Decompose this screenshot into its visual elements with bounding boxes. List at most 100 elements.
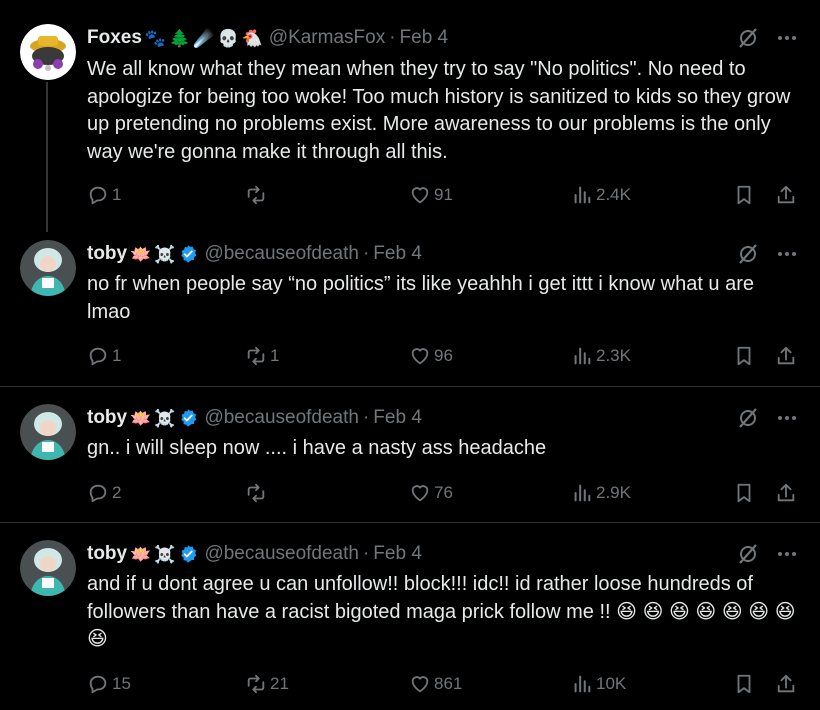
bookmark-icon xyxy=(737,185,751,205)
avatar[interactable] xyxy=(20,540,76,596)
reply-icon xyxy=(89,484,107,503)
name-emoji: ☠️ xyxy=(154,408,176,428)
reply-count: 2 xyxy=(112,483,122,502)
name-emoji: ☠️ xyxy=(154,544,176,564)
views-icon xyxy=(574,675,591,693)
share-icon xyxy=(777,346,795,365)
views-count: 2.3K xyxy=(596,346,631,365)
more-icon[interactable] xyxy=(776,542,798,566)
display-name[interactable]: Foxes xyxy=(87,27,142,49)
name-emoji: 🐾 xyxy=(144,28,167,48)
name-emoji: 🪷 xyxy=(130,244,152,264)
share-button[interactable] xyxy=(775,480,797,506)
bookmark-button[interactable] xyxy=(733,480,755,506)
like-icon xyxy=(411,485,429,502)
reply-icon xyxy=(89,675,107,694)
tweet-header: toby 🪷 ☠️ @becauseofdeath · Feb 4 xyxy=(87,406,422,430)
repost-count: 21 xyxy=(270,674,289,693)
more-icon[interactable] xyxy=(776,406,798,430)
bookmark-button[interactable] xyxy=(733,182,755,208)
repost-icon xyxy=(247,674,265,694)
tweet-date[interactable]: Feb 4 xyxy=(373,543,422,565)
like-button[interactable]: 76 xyxy=(409,480,453,506)
avatar[interactable] xyxy=(20,240,76,296)
views-count: 2.9K xyxy=(596,483,631,502)
like-button[interactable]: 91 xyxy=(409,182,453,208)
views-button[interactable]: 10K xyxy=(571,671,626,697)
reply-button[interactable]: 15 xyxy=(87,671,131,697)
share-icon xyxy=(777,674,795,693)
display-name[interactable]: toby xyxy=(87,243,127,265)
more-icon[interactable] xyxy=(776,26,798,50)
bookmark-icon xyxy=(737,483,751,503)
laughing-emoji: 😆 xyxy=(774,600,796,623)
tweet-header: Foxes 🐾 🌲 ☄️ 💀 🐔 @KarmasFox · Feb 4 xyxy=(87,26,448,50)
repost-icon xyxy=(247,483,265,503)
repost-icon xyxy=(247,346,265,366)
like-count: 861 xyxy=(434,674,463,693)
action-bar: 1 1 96 2.3K xyxy=(87,343,802,369)
like-count: 96 xyxy=(434,346,453,365)
thread-line xyxy=(46,82,48,232)
share-button[interactable] xyxy=(775,182,797,208)
views-count: 10K xyxy=(596,674,627,693)
repost-button[interactable] xyxy=(245,480,270,506)
bookmark-button[interactable] xyxy=(733,343,755,369)
separator-dot: · xyxy=(362,243,370,264)
laughing-emoji: 😆 xyxy=(748,600,770,623)
like-button[interactable]: 96 xyxy=(409,343,453,369)
user-handle[interactable]: @becauseofdeath xyxy=(204,243,359,265)
share-button[interactable] xyxy=(775,343,797,369)
laughing-emoji: 😆 xyxy=(616,600,638,623)
name-emoji: ☄️ xyxy=(193,28,215,48)
views-button[interactable]: 2.3K xyxy=(571,343,631,369)
share-button[interactable] xyxy=(775,671,797,697)
avatar[interactable] xyxy=(20,404,76,460)
avatar[interactable] xyxy=(20,24,76,80)
repost-count: 1 xyxy=(270,346,280,365)
more-icon[interactable] xyxy=(776,242,798,266)
reply-count: 15 xyxy=(112,674,131,693)
laughing-emoji: 😆 xyxy=(669,600,690,623)
verified-icon xyxy=(181,245,197,263)
laughing-emoji: 😆 xyxy=(695,600,717,623)
repost-button[interactable]: 21 xyxy=(245,671,289,697)
reply-button[interactable]: 1 xyxy=(87,343,121,369)
bookmark-button[interactable] xyxy=(733,671,755,697)
display-name[interactable]: toby xyxy=(87,407,127,429)
name-emoji: 🪷 xyxy=(130,408,152,428)
laughing-emoji: 😆 xyxy=(642,600,664,623)
display-name[interactable]: toby xyxy=(87,543,127,565)
reply-button[interactable]: 1 xyxy=(87,182,121,208)
tweet-date[interactable]: Feb 4 xyxy=(373,407,422,429)
verified-icon xyxy=(181,409,197,427)
user-handle[interactable]: @becauseofdeath xyxy=(204,543,359,565)
reply-count: 1 xyxy=(112,185,122,204)
tweet-date[interactable]: Feb 4 xyxy=(373,243,422,265)
user-handle[interactable]: @KarmasFox xyxy=(269,27,385,49)
laughing-emoji: 😆 xyxy=(721,600,743,623)
tweet-text-container: and if u dont agree u can unfollow!! blo… xyxy=(87,571,799,654)
views-button[interactable]: 2.4K xyxy=(571,182,631,208)
like-icon xyxy=(411,348,429,365)
repost-icon xyxy=(247,185,265,205)
grok-icon[interactable] xyxy=(736,542,760,566)
tweet-date[interactable]: Feb 4 xyxy=(400,27,449,49)
grok-icon[interactable] xyxy=(736,26,760,50)
like-icon xyxy=(411,676,429,693)
reply-button[interactable]: 2 xyxy=(87,480,121,506)
tweet-divider xyxy=(0,386,820,387)
user-handle[interactable]: @becauseofdeath xyxy=(204,407,359,429)
views-icon xyxy=(574,186,591,204)
repost-button[interactable] xyxy=(245,182,270,208)
grok-icon[interactable] xyxy=(736,242,760,266)
action-bar: 1 91 2.4K xyxy=(87,182,802,208)
views-button[interactable]: 2.9K xyxy=(571,480,631,506)
like-button[interactable]: 861 xyxy=(409,671,462,697)
grok-icon[interactable] xyxy=(736,406,760,430)
separator-dot: · xyxy=(362,543,370,564)
repost-button[interactable]: 1 xyxy=(245,343,279,369)
tweet-text: We all know what they mean when they try… xyxy=(87,58,791,163)
tweet-header: toby 🪷 ☠️ @becauseofdeath · Feb 4 xyxy=(87,242,422,266)
laughing-emoji: 😆 xyxy=(87,628,108,650)
